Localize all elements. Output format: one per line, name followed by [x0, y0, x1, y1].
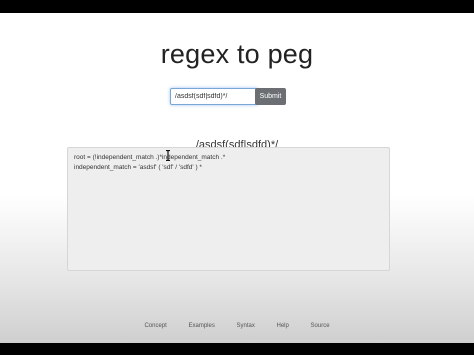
submit-button[interactable]: Submit [255, 88, 286, 105]
browser-viewport: regex to peg Submit /asdsf(sdf|sdfd)*/ r… [0, 13, 474, 343]
footer-link-syntax[interactable]: Syntax [237, 323, 255, 329]
text-cursor-icon [166, 150, 170, 161]
footer-link-concept[interactable]: Concept [144, 323, 166, 329]
peg-output[interactable]: root = (!independent_match .)*independen… [67, 147, 390, 271]
page-title: regex to peg [160, 39, 314, 69]
regex-input[interactable] [170, 88, 258, 105]
footer-link-help[interactable]: Help [277, 323, 289, 329]
footer-nav: Concept Examples Syntax Help Source [0, 323, 474, 329]
peg-output-line: root = (!independent_match .)*independen… [74, 154, 226, 161]
footer-link-source[interactable]: Source [311, 323, 330, 329]
peg-output-line: independent_match = 'asdsf' ( 'sdf' / 's… [74, 163, 202, 171]
footer-link-examples[interactable]: Examples [188, 323, 214, 329]
